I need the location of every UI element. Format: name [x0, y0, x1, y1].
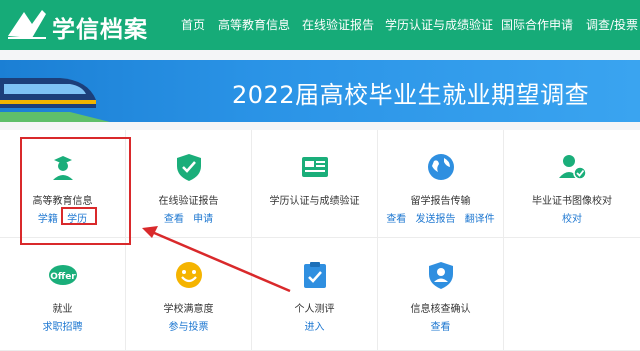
service-links: 进入: [252, 318, 377, 333]
shield-check-icon: [176, 154, 201, 181]
highlight-box-degree-link: [61, 207, 97, 225]
service-links: 校对: [504, 210, 640, 225]
empty-cell: [504, 238, 640, 351]
service-name: 个人测评: [294, 304, 335, 315]
globe-icon: [427, 154, 454, 180]
service-school-satisfaction[interactable]: 学校满意度 参与投票: [126, 238, 252, 351]
service-name: 在线验证报告: [158, 196, 219, 207]
link-view[interactable]: 查看: [431, 322, 451, 333]
service-info-verification[interactable]: 信息核查确认 查看: [378, 238, 504, 351]
service-study-abroad-report[interactable]: 留学报告传输 查看 发送报告 翻译件: [378, 130, 504, 238]
nav-online-verification[interactable]: 在线验证报告: [302, 16, 374, 33]
service-personal-assessment[interactable]: 个人测评 进入: [252, 238, 378, 351]
service-online-verification[interactable]: 在线验证报告 查看 申请: [126, 130, 252, 238]
service-certificate-image[interactable]: 毕业证书图像校对 校对: [504, 130, 640, 238]
top-header: 学信档案 首页 高等教育信息 在线验证报告 学历认证与成绩验证 国际合作申请 调…: [0, 0, 640, 50]
service-name: 就业: [52, 304, 73, 315]
offer-icon-text: Offer: [50, 272, 76, 282]
service-name: 学校满意度: [163, 304, 214, 315]
service-links: 查看 发送报告 翻译件: [378, 210, 503, 225]
user-check-icon: [559, 155, 587, 180]
banner-title: 2022届高校毕业生就业期望调查: [232, 81, 590, 109]
link-proofread[interactable]: 校对: [562, 214, 582, 225]
nav-higher-education[interactable]: 高等教育信息: [218, 16, 290, 33]
clipboard-check-icon: [303, 262, 326, 288]
service-name: 毕业证书图像校对: [532, 196, 612, 207]
service-name: 信息核查确认: [410, 304, 471, 315]
nav-degree-certification[interactable]: 学历认证与成绩验证: [385, 16, 493, 33]
link-send-report[interactable]: 发送报告: [416, 214, 456, 225]
nav-home[interactable]: 首页: [181, 16, 205, 33]
service-links: 查看: [378, 318, 503, 333]
service-links: 查看 申请: [126, 210, 251, 225]
link-view[interactable]: 查看: [164, 214, 184, 225]
id-card-icon: [301, 157, 328, 177]
train-illustration-icon: [0, 78, 110, 122]
link-job-search[interactable]: 求职招聘: [43, 322, 83, 333]
link-vote[interactable]: 参与投票: [169, 322, 209, 333]
nav-international[interactable]: 国际合作申请: [501, 16, 573, 33]
link-enter[interactable]: 进入: [305, 322, 325, 333]
service-degree-certification[interactable]: 学历认证与成绩验证: [252, 130, 378, 238]
service-name: 学历认证与成绩验证: [269, 196, 360, 207]
offer-icon: Offer: [48, 265, 77, 285]
link-translation[interactable]: 翻译件: [465, 214, 495, 225]
highlight-box-higher-education: [20, 137, 131, 245]
link-view[interactable]: 查看: [386, 214, 406, 225]
person-shield-icon: [428, 262, 453, 289]
survey-banner[interactable]: 2022届高校毕业生就业期望调查: [0, 60, 640, 122]
nav-survey[interactable]: 调查/投票: [586, 16, 638, 33]
link-apply[interactable]: 申请: [193, 214, 213, 225]
service-links: 参与投票: [126, 318, 251, 333]
service-links: 求职招聘: [0, 318, 125, 333]
main-nav: 首页 高等教育信息 在线验证报告 学历认证与成绩验证 国际合作申请 调查/投票: [0, 16, 640, 34]
service-name: 留学报告传输: [410, 196, 471, 207]
smiley-icon: [175, 262, 202, 288]
service-employment[interactable]: Offer 就业 求职招聘: [0, 238, 126, 351]
